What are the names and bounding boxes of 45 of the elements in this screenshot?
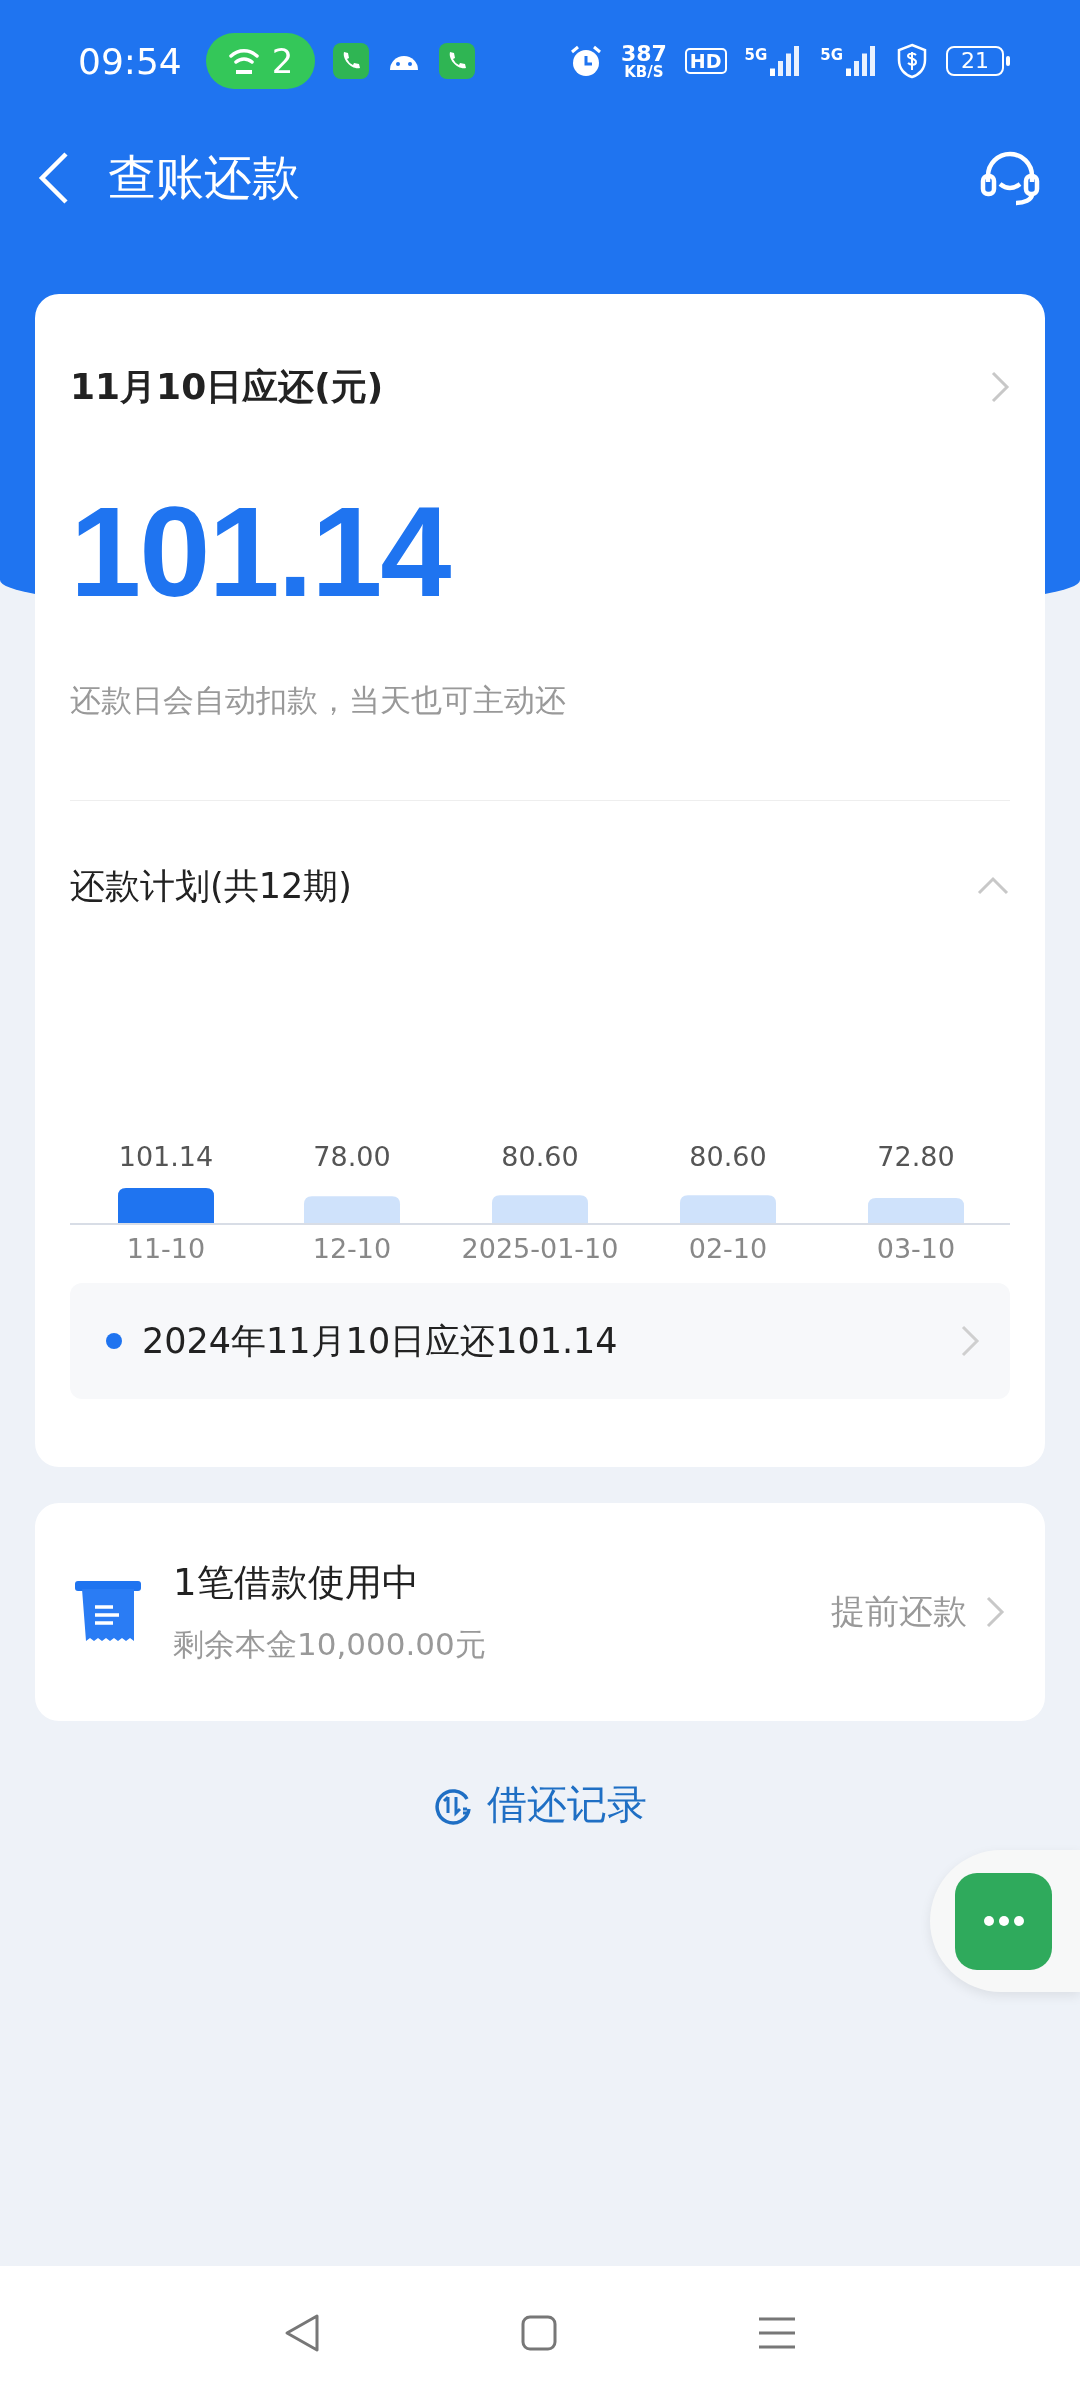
back-icon[interactable]	[36, 150, 70, 206]
installment-row[interactable]: 2024年11月10日应还101.14	[70, 1283, 1010, 1399]
shield-icon	[896, 43, 928, 79]
page-title: 查账还款	[108, 148, 301, 207]
value-label: 80.60	[689, 1141, 767, 1172]
chevron-icon	[990, 370, 1010, 404]
date-label: 2025-01-10	[461, 1233, 619, 1264]
chevron-icon	[960, 1324, 980, 1358]
due-date-title[interactable]: 11月10日应还(元)	[70, 362, 384, 412]
hd-indicator: HD	[684, 47, 727, 75]
remaining-principal: 剩余本金10,000.00元	[173, 1625, 487, 1664]
alarm-icon	[568, 44, 603, 78]
value-label: 78.00	[313, 1141, 391, 1172]
menu-nav-icon[interactable]	[757, 2316, 797, 2350]
date-label: 03-10	[876, 1233, 956, 1264]
network-speed: 387 KB/S	[620, 42, 667, 80]
value-label: 80.60	[501, 1141, 579, 1172]
battery-level: 21	[946, 46, 1004, 76]
home-nav-icon[interactable]	[521, 2315, 557, 2351]
signal-icon	[846, 46, 878, 76]
network-type: 5G	[744, 46, 768, 64]
records-link[interactable]: 借还记录	[433, 1777, 647, 1832]
installment-text: 2024年11月10日应还101.14	[142, 1319, 619, 1363]
phone-icon	[439, 43, 476, 79]
chevron-icon	[985, 1595, 1005, 1629]
value-label: 101.14	[118, 1141, 214, 1172]
date-label: 12-10	[312, 1233, 392, 1264]
status-time: 09:54	[78, 40, 182, 82]
bar[interactable]	[118, 1188, 214, 1224]
due-amount: 101.14	[70, 488, 452, 622]
loan-status: 1笔借款使用中	[173, 1560, 420, 1606]
network-type: 5G	[820, 46, 843, 64]
date-label: 02-10	[688, 1233, 768, 1264]
more-icon	[983, 1916, 1024, 1926]
loan-card[interactable]: 1笔借款使用中 剩余本金10,000.00元 提前还款	[35, 1503, 1045, 1721]
plan-title: 还款计划(共12期)	[70, 864, 352, 908]
more-button[interactable]	[955, 1872, 1052, 1970]
back-nav-icon[interactable]	[283, 2313, 321, 2353]
bullet-icon	[106, 1333, 122, 1349]
collapse-icon[interactable]	[976, 876, 1010, 896]
hotspot-icon	[227, 46, 260, 76]
auto-debit-note: 还款日会自动扣款，当天也可主动还	[70, 680, 1010, 801]
value-label: 72.80	[877, 1141, 955, 1172]
phone-icon	[333, 43, 370, 79]
date-label: 11-10	[126, 1233, 206, 1264]
